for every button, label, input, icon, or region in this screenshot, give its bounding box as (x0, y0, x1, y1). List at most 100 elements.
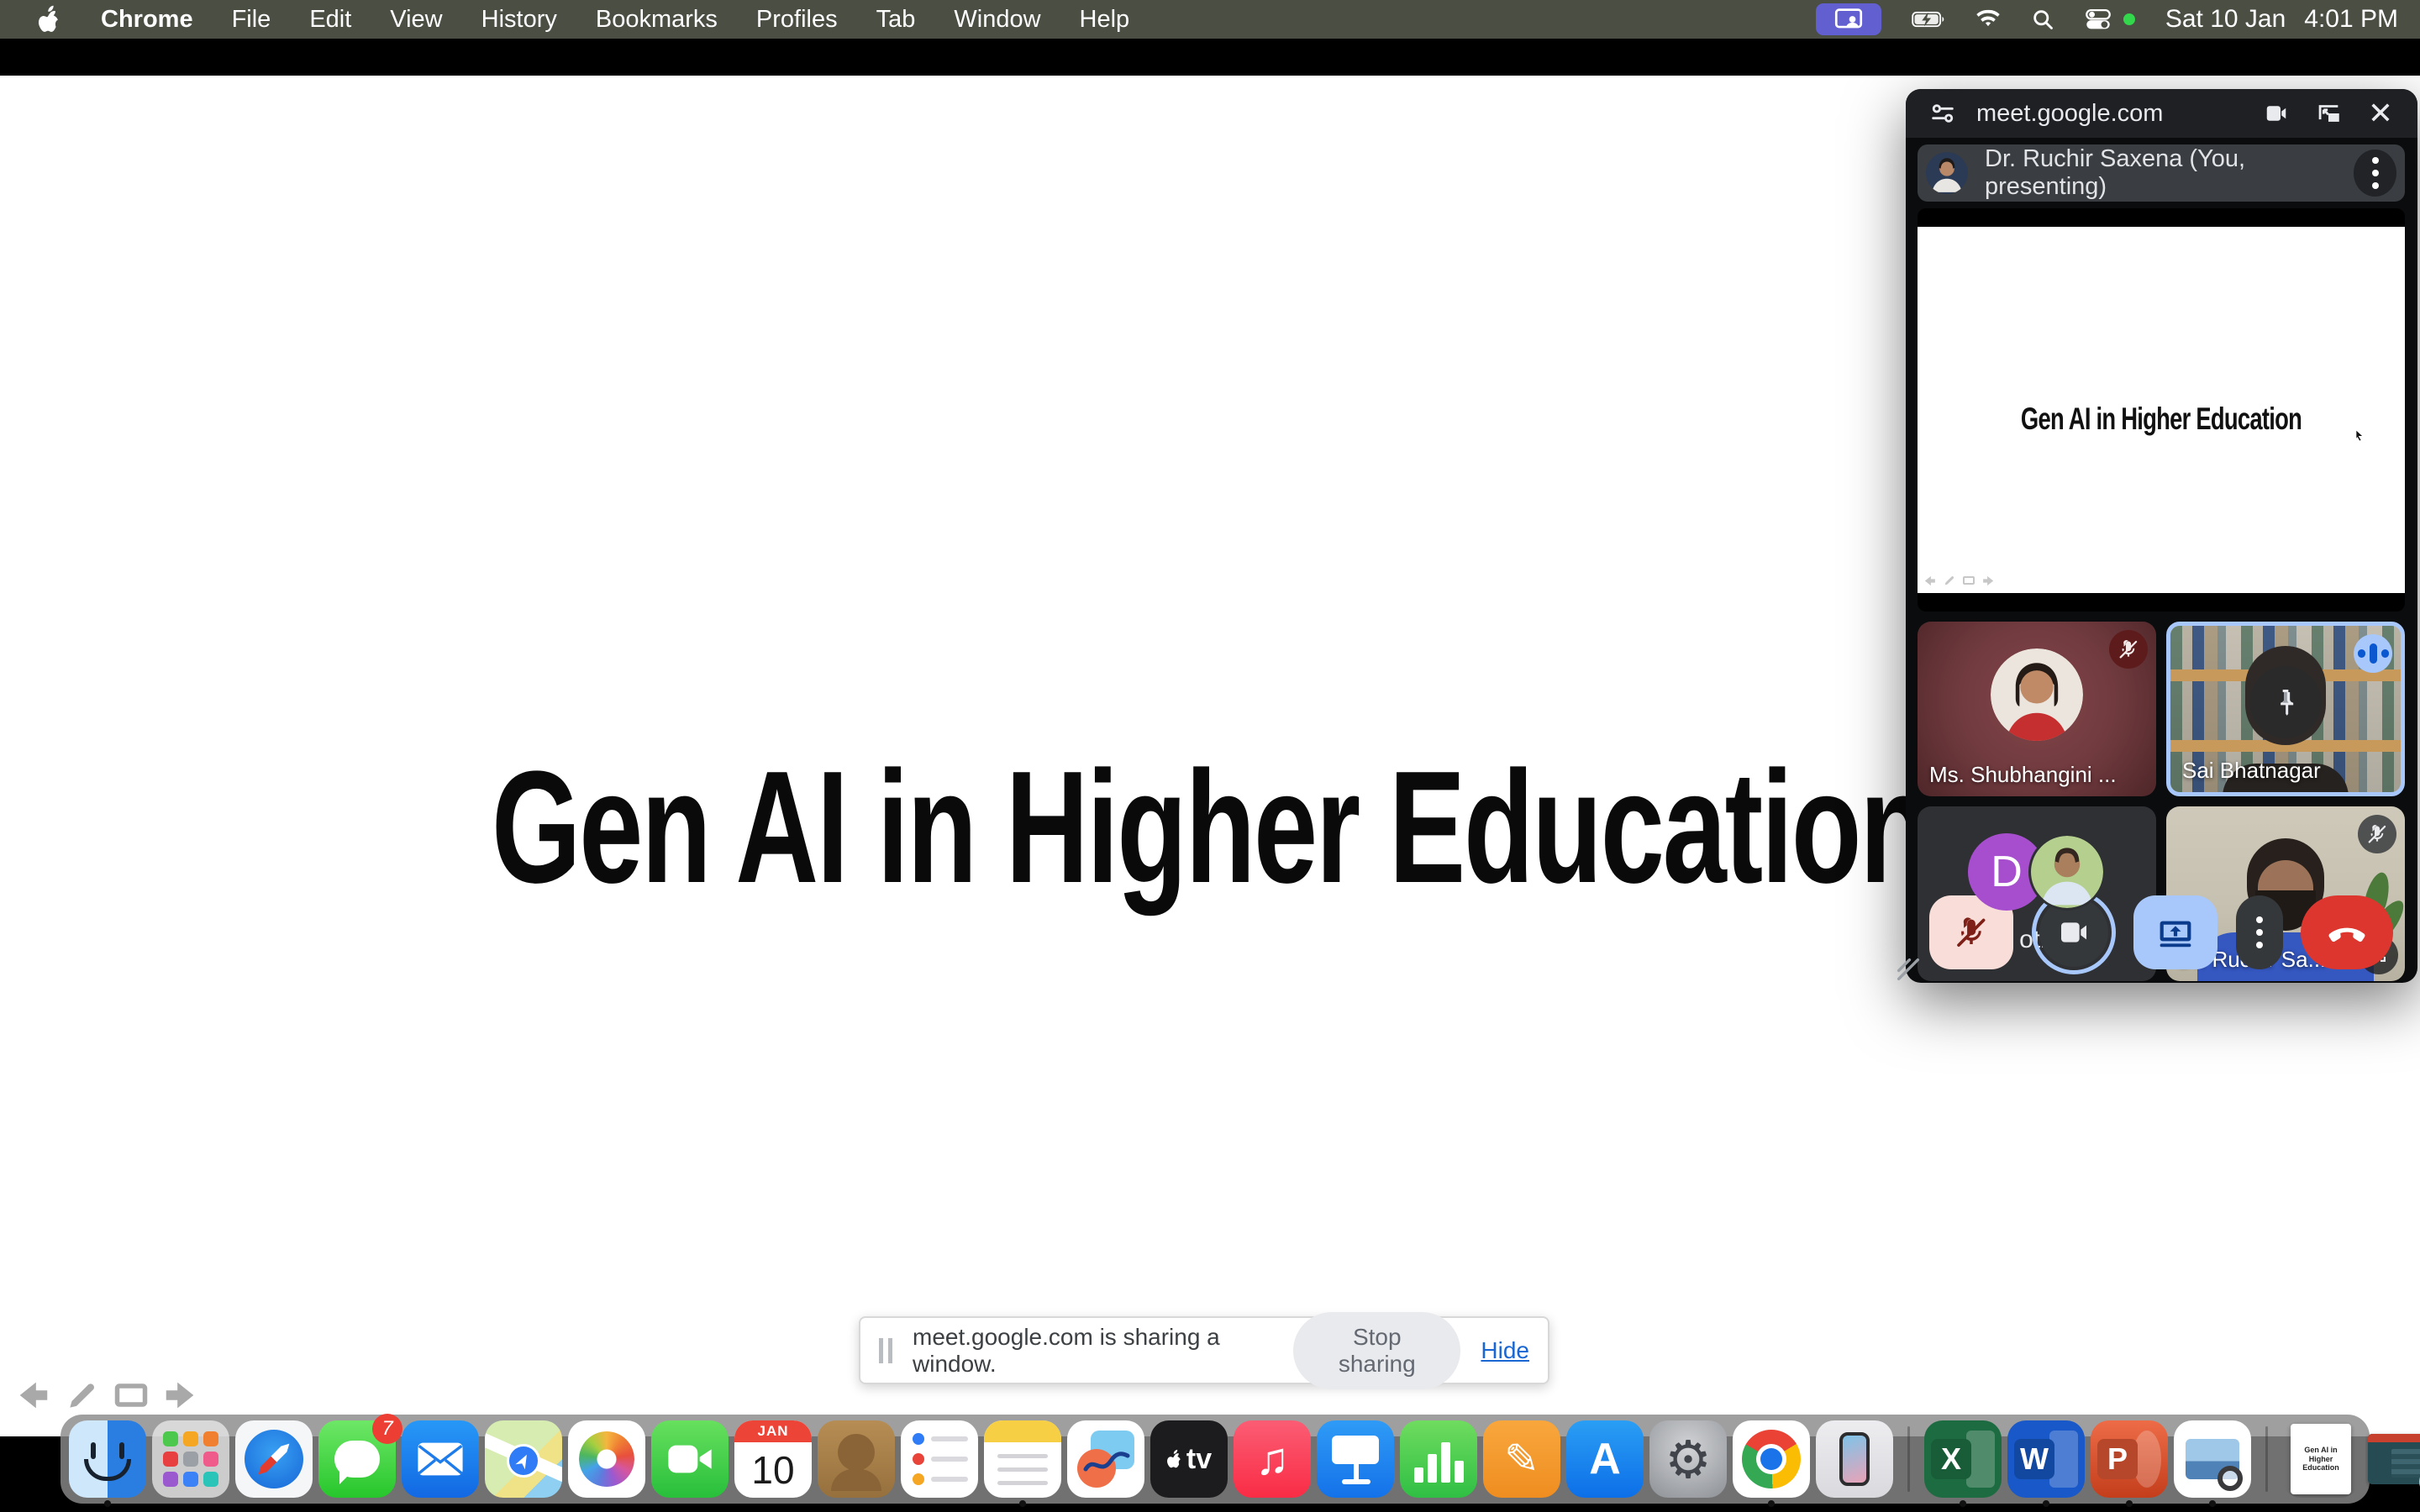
control-center-icon[interactable] (2085, 8, 2112, 30)
notification-badge: 7 (372, 1414, 402, 1444)
dock-mail-icon[interactable] (402, 1420, 479, 1498)
window-resize-handle[interactable] (1894, 955, 1923, 988)
pip-settings-icon[interactable] (1924, 95, 1961, 132)
participant-tile-sai[interactable]: Sai Bhatnagar (2166, 622, 2405, 796)
mic-muted-icon (2109, 630, 2148, 669)
status-green-dot (2123, 13, 2135, 25)
dock-messages-icon[interactable]: 7 (318, 1420, 396, 1498)
presentation-controls (13, 1376, 200, 1415)
running-indicator (104, 1500, 111, 1507)
dock-photos-icon[interactable] (568, 1420, 645, 1498)
avatar-photo (2028, 833, 2106, 911)
dock-calendar-icon[interactable]: JAN10 (734, 1420, 812, 1498)
dock-divider (2265, 1426, 2268, 1492)
pen-tool-button[interactable] (64, 1377, 101, 1414)
dock-powerpoint-icon[interactable]: P (2091, 1420, 2168, 1498)
menu-window[interactable]: Window (954, 6, 1040, 34)
end-call-button[interactable] (2301, 895, 2393, 969)
running-indicator (2043, 1500, 2049, 1507)
dock-appletv-icon[interactable]: tv (1150, 1420, 1228, 1498)
remote-cursor-icon (2353, 428, 2366, 446)
preview-presentation-controls (1923, 574, 1996, 588)
back-to-tab-camera-icon[interactable] (2258, 95, 2295, 132)
menubar-time: 4:01 PM (2304, 5, 2398, 34)
pip-header[interactable]: meet.google.com ✕ (1906, 89, 2417, 138)
dock-chrome-icon[interactable] (1733, 1420, 1810, 1498)
battery-icon[interactable] (1912, 11, 1945, 28)
dock-music-icon[interactable]: ♫ (1234, 1420, 1311, 1498)
dock-keynote-icon[interactable] (1317, 1420, 1394, 1498)
menu-file[interactable]: File (232, 6, 271, 34)
dock-numbers-icon[interactable] (1400, 1420, 1477, 1498)
menu-profiles[interactable]: Profiles (756, 6, 838, 34)
dock-reminders-icon[interactable] (901, 1420, 978, 1498)
participant-name: Sai Bhatnagar (2182, 758, 2321, 784)
close-icon[interactable]: ✕ (2362, 95, 2399, 132)
dock-pptdoc-icon[interactable]: P (2365, 1420, 2420, 1498)
hide-link[interactable]: Hide (1481, 1337, 1529, 1364)
next-slide-button[interactable] (161, 1376, 200, 1415)
participant-avatar (1991, 648, 2083, 741)
running-indicator (1960, 1500, 1966, 1507)
running-indicator (2126, 1500, 2133, 1507)
banner-more-options-button[interactable] (2354, 150, 2396, 197)
spotlight-search-icon[interactable] (2031, 8, 2054, 31)
menu-edit[interactable]: Edit (309, 6, 351, 34)
dock-notes-icon[interactable] (984, 1420, 1061, 1498)
pin-icon[interactable] (2249, 666, 2322, 738)
menu-bookmarks[interactable]: Bookmarks (596, 6, 718, 34)
stop-sharing-button[interactable]: Stop sharing (1293, 1312, 1460, 1389)
dock-document-icon[interactable]: Gen AI in Higher Education (2282, 1420, 2360, 1498)
pip-window-title: meet.google.com (1976, 100, 2163, 128)
dock-freeform-icon[interactable] (1067, 1420, 1144, 1498)
drag-handle-icon[interactable] (879, 1338, 892, 1363)
dock-facetime-icon[interactable] (651, 1420, 729, 1498)
participant-tile-shubhangini[interactable]: Ms. Shubhangini ... (1918, 622, 2156, 796)
dock-pages-icon[interactable]: ✎ (1483, 1420, 1560, 1498)
preview-slide: Gen AI in Higher Education (1918, 227, 2405, 593)
macos-dock: 7 JAN10 tv♫ ✎A⚙ XWP Gen AI in Higher Educatio… (60, 1415, 2370, 1504)
dock-appstore-icon[interactable]: A (1566, 1420, 1644, 1498)
menu-app-name[interactable]: Chrome (101, 6, 193, 34)
presenting-banner[interactable]: Dr. Ruchir Saxena (You, presenting) (1918, 144, 2405, 202)
menu-history[interactable]: History (481, 6, 557, 34)
menubar-clock[interactable]: Sat 10 Jan 4:01 PM (2165, 5, 2398, 34)
dock-word-icon[interactable]: W (2007, 1420, 2085, 1498)
macos-menu-bar: Chrome File Edit View History Bookmarks … (0, 0, 2420, 39)
dock-launchpad-icon[interactable] (152, 1420, 229, 1498)
wifi-icon[interactable] (1975, 9, 2001, 29)
running-indicator (1768, 1500, 1775, 1507)
screen-sharing-indicator[interactable] (1816, 3, 1881, 35)
sharing-message: meet.google.com is sharing a window. (913, 1324, 1265, 1378)
google-meet-pip-window[interactable]: meet.google.com ✕ Dr. Ruchir Saxena (You… (1906, 89, 2417, 983)
more-options-button[interactable] (2236, 895, 2283, 969)
dock-finder-icon[interactable] (69, 1420, 146, 1498)
dock-preview-icon[interactable] (2174, 1420, 2251, 1498)
dock-divider (1907, 1426, 1910, 1492)
menubar-date: Sat 10 Jan (2165, 5, 2286, 34)
apple-menu-icon[interactable] (37, 5, 62, 34)
running-indicator (1019, 1500, 1026, 1507)
dock-contacts-icon[interactable] (818, 1420, 895, 1498)
chrome-sharing-toast: meet.google.com is sharing a window. Sto… (859, 1316, 1549, 1384)
running-indicator (2209, 1500, 2216, 1507)
previous-slide-button[interactable] (13, 1376, 52, 1415)
dock-iphone-icon[interactable] (1816, 1420, 1893, 1498)
desktop: Chrome File Edit View History Bookmarks … (0, 0, 2420, 1512)
slide-title: Gen AI in Higher Education (492, 748, 1928, 907)
presenter-avatar (1926, 152, 1968, 194)
present-screen-button[interactable] (2133, 895, 2217, 969)
preview-slide-title: Gen AI in Higher Education (2021, 402, 2302, 437)
speaking-indicator-icon (2354, 634, 2392, 673)
participant-name: Ms. Shubhangini ... (1929, 762, 2117, 788)
dock-excel-icon[interactable]: X (1924, 1420, 2002, 1498)
shared-screen-preview[interactable]: Gen AI in Higher Education (1918, 208, 2405, 612)
slide-overview-button[interactable] (113, 1377, 150, 1414)
dock-safari-icon[interactable] (235, 1420, 313, 1498)
menu-help[interactable]: Help (1080, 6, 1130, 34)
menu-tab[interactable]: Tab (876, 6, 916, 34)
dock-settings-icon[interactable]: ⚙ (1649, 1420, 1727, 1498)
expand-pip-icon[interactable] (2310, 95, 2347, 132)
dock-maps-icon[interactable] (485, 1420, 562, 1498)
menu-view[interactable]: View (390, 6, 442, 34)
